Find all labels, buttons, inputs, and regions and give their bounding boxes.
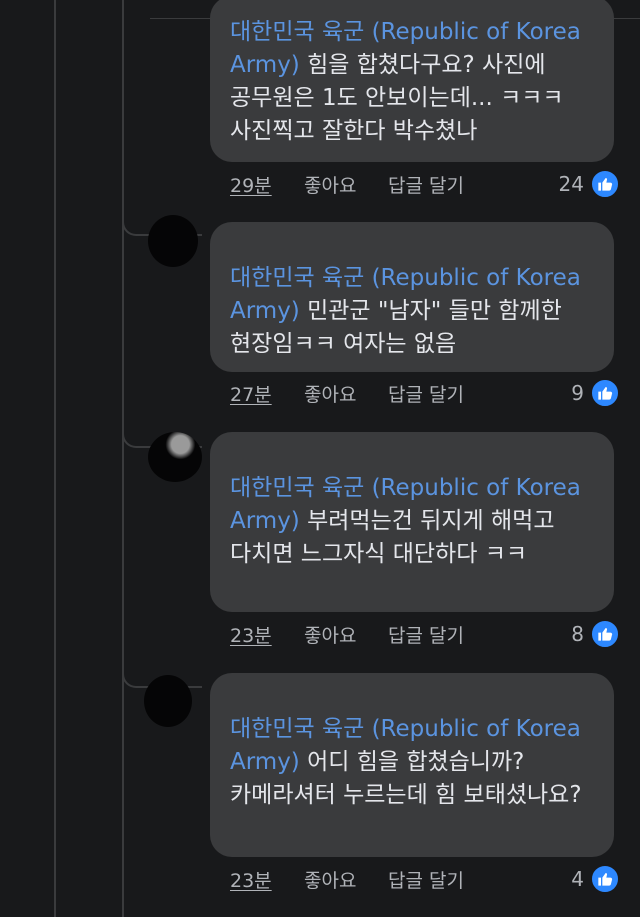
- avatar[interactable]: [148, 215, 198, 267]
- thumbs-up-icon[interactable]: [590, 169, 620, 199]
- reply-button[interactable]: 답글 달기: [388, 621, 571, 648]
- comment-bubble: 대한민국 육군 (Republic of Korea Army) 힘을 합쳤다구…: [210, 0, 614, 162]
- comment-actions: 29분 좋아요 답글 달기 24: [230, 169, 620, 199]
- reply-button[interactable]: 답글 달기: [388, 866, 571, 893]
- thread-line-outer: [54, 0, 56, 917]
- comment-bubble: 대한민국 육군 (Republic of Korea Army) 부려먹는건 뒤…: [210, 432, 614, 612]
- like-count: 24: [558, 172, 584, 196]
- thread-line-inner: [122, 0, 124, 917]
- thumbs-up-icon[interactable]: [590, 619, 620, 649]
- comment-actions: 27분 좋아요 답글 달기 9: [230, 378, 620, 408]
- thumbs-up-icon[interactable]: [590, 864, 620, 894]
- comment-bubble: 대한민국 육군 (Republic of Korea Army) 어디 힘을 합…: [210, 673, 614, 857]
- like-button[interactable]: 좋아요: [304, 171, 388, 198]
- timestamp[interactable]: 23분: [230, 866, 304, 893]
- reply-button[interactable]: 답글 달기: [388, 171, 559, 198]
- avatar[interactable]: [148, 432, 202, 482]
- like-count: 9: [571, 381, 584, 405]
- timestamp[interactable]: 29분: [230, 171, 304, 198]
- like-button[interactable]: 좋아요: [304, 866, 388, 893]
- comment-actions: 23분 좋아요 답글 달기 8: [230, 619, 620, 649]
- avatar[interactable]: [144, 675, 192, 727]
- comment-actions: 23분 좋아요 답글 달기 4: [230, 864, 620, 894]
- like-count: 8: [571, 622, 584, 646]
- comment-bubble: 대한민국 육군 (Republic of Korea Army) 민관군 "남자…: [210, 222, 614, 372]
- like-count: 4: [571, 867, 584, 891]
- timestamp[interactable]: 27분: [230, 380, 304, 407]
- timestamp[interactable]: 23분: [230, 621, 304, 648]
- like-button[interactable]: 좋아요: [304, 380, 388, 407]
- like-button[interactable]: 좋아요: [304, 621, 388, 648]
- thumbs-up-icon[interactable]: [590, 378, 620, 408]
- reply-button[interactable]: 답글 달기: [388, 380, 571, 407]
